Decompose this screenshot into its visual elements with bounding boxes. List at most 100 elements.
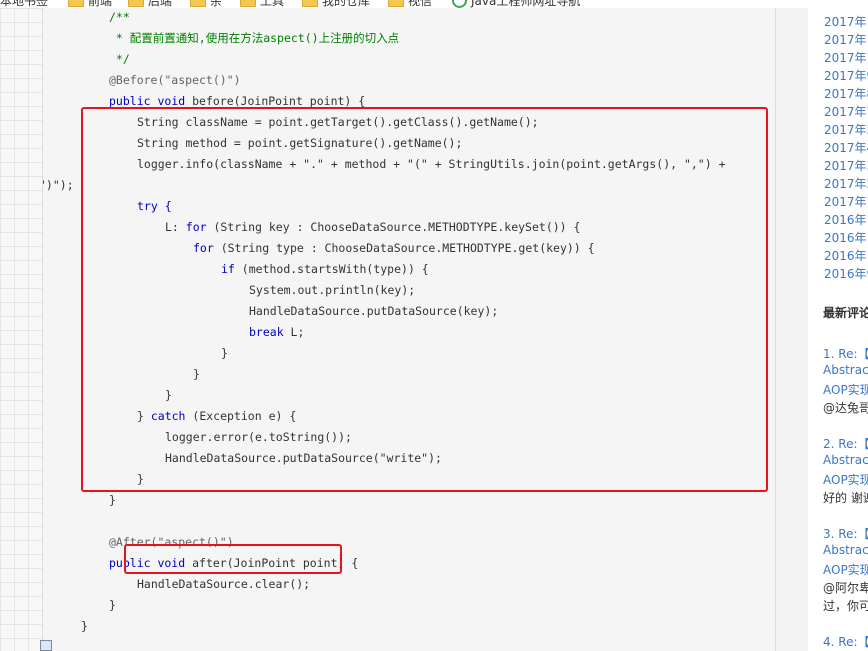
code-text: (String type : ChooseDataSource.METHODTY… bbox=[213, 241, 595, 255]
code-text: } bbox=[137, 409, 151, 423]
code-line: HandleDataSource.clear(); bbox=[137, 577, 311, 591]
copy-code-icon[interactable] bbox=[40, 640, 52, 651]
code-line: logger.error(e.toString()); bbox=[165, 430, 352, 444]
keyword: if bbox=[221, 262, 235, 276]
comment-title-link[interactable]: 3. Re:【 bbox=[823, 525, 868, 542]
code-line: } bbox=[109, 598, 116, 612]
comment-title-link[interactable]: 4. Re:【 bbox=[823, 633, 868, 650]
keyword: break bbox=[249, 325, 284, 339]
comment-title-link[interactable]: 1. Re:【 bbox=[823, 345, 868, 362]
folder-icon bbox=[128, 0, 144, 7]
archive-link[interactable]: 2017年8 bbox=[824, 85, 868, 102]
code-text: before(JoinPoint point) { bbox=[192, 94, 366, 108]
code-line: for (String type : ChooseDataSource.METH… bbox=[193, 238, 595, 259]
bookmark-backend[interactable]: 后端 bbox=[128, 0, 172, 8]
archive-link[interactable]: 2016年1 bbox=[824, 229, 868, 246]
archive-link[interactable]: 2017年1 bbox=[824, 193, 868, 210]
archive-link[interactable]: 2016年9 bbox=[824, 265, 868, 282]
code-text: (method.startsWith(type)) { bbox=[234, 262, 429, 276]
bookmark-local[interactable]: 本地书签 bbox=[0, 0, 48, 8]
code-text: (String key : ChooseDataSource.METHODTYP… bbox=[206, 220, 581, 234]
comment-text: @阿尔卑 bbox=[823, 581, 868, 595]
keyword: public void bbox=[109, 94, 193, 108]
archive-link[interactable]: 2017年1 bbox=[824, 49, 868, 66]
keyword: public void bbox=[109, 556, 193, 570]
comment-title-link[interactable]: Abstract bbox=[823, 363, 868, 377]
folder-icon bbox=[302, 0, 318, 7]
comment-text: 过，你可 bbox=[823, 599, 868, 613]
bookmark-label: 前端 bbox=[88, 0, 113, 8]
code-line: System.out.println(key); bbox=[249, 283, 416, 297]
code-text: L; bbox=[283, 325, 305, 339]
code-text: after(JoinPoint point) { bbox=[192, 556, 359, 570]
archive-link[interactable]: 2017年9 bbox=[824, 67, 868, 84]
bookmark-label: 本地书签 bbox=[0, 0, 49, 8]
recent-comments-heading: 最新评论 bbox=[823, 306, 868, 320]
archive-link[interactable]: 2017年3 bbox=[824, 157, 868, 174]
keyword: for bbox=[193, 241, 214, 255]
comment-text: @达兔哥 bbox=[823, 401, 868, 415]
code-line: String method = point.getSignature().get… bbox=[137, 136, 463, 150]
code-line: } bbox=[81, 619, 88, 633]
code-line: } bbox=[109, 493, 116, 507]
archive-link[interactable]: 2017年1 bbox=[824, 13, 868, 30]
code-line: logger.info(className + "." + method + "… bbox=[137, 157, 726, 171]
bookmark-label: 我的仓库 bbox=[322, 0, 371, 8]
folder-icon bbox=[190, 0, 206, 7]
bookmark-label: Java工程师网址导航 bbox=[471, 0, 581, 8]
comment-text: 好的 谢谢 bbox=[823, 491, 868, 505]
code-line: } bbox=[137, 472, 144, 486]
archive-link[interactable]: 2017年2 bbox=[824, 175, 868, 192]
bookmark-tools[interactable]: 工具 bbox=[240, 0, 284, 8]
code-line: } catch (Exception e) { bbox=[137, 406, 296, 427]
bookmark-label: 工具 bbox=[260, 0, 285, 8]
bookmark-label: 视信 bbox=[408, 0, 433, 8]
code-line: public void before(JoinPoint point) { bbox=[109, 91, 365, 112]
archive-link[interactable]: 2017年5 bbox=[824, 121, 868, 138]
code-text: L: bbox=[165, 220, 186, 234]
code-line: ")"); bbox=[42, 178, 74, 192]
code-line: } bbox=[165, 388, 172, 402]
left-gutter bbox=[0, 8, 42, 651]
comment-title-link[interactable]: AOP实现 bbox=[823, 381, 868, 398]
comment-title-link[interactable]: Abstract bbox=[823, 543, 868, 557]
comment-title-link[interactable]: 2. Re:【 bbox=[823, 435, 868, 452]
bookmarks-bar: 本地书签 前端 后端 杂 工具 我的仓库 视信 Java工程师网址导航 bbox=[0, 0, 868, 8]
code-line: public void after(JoinPoint point) { bbox=[109, 553, 358, 574]
archive-link[interactable]: 2017年4 bbox=[824, 139, 868, 156]
folder-icon bbox=[388, 0, 404, 7]
code-block: /** * 配置前置通知,使用在方法aspect()上注册的切入点 */ @Be… bbox=[42, 8, 776, 651]
code-line: @After("aspect()") bbox=[109, 535, 234, 549]
code-text: (Exception e) { bbox=[185, 409, 297, 423]
bookmark-frontend[interactable]: 前端 bbox=[68, 0, 112, 8]
folder-icon bbox=[240, 0, 256, 7]
archive-link[interactable]: 2016年1 bbox=[824, 211, 868, 228]
archive-link[interactable]: 2016年1 bbox=[824, 247, 868, 264]
right-sidebar: 2017年1 2017年1 2017年1 2017年9 2017年8 2017年… bbox=[808, 8, 868, 651]
bookmark-video[interactable]: 视信 bbox=[388, 0, 432, 8]
code-line: /** bbox=[109, 10, 130, 24]
code-line: @Before("aspect()") bbox=[109, 73, 241, 87]
comment-title-link[interactable]: AOP实现 bbox=[823, 471, 868, 488]
code-line: L: for (String key : ChooseDataSource.ME… bbox=[165, 217, 580, 238]
keyword: for bbox=[185, 220, 207, 234]
bookmark-java-nav[interactable]: Java工程师网址导航 bbox=[452, 0, 580, 8]
keyword: catch bbox=[150, 409, 186, 423]
code-line: try { bbox=[137, 199, 172, 213]
code-line: } bbox=[221, 346, 228, 360]
code-line: */ bbox=[109, 52, 130, 66]
archive-link[interactable]: 2017年7 bbox=[824, 103, 868, 120]
bookmark-misc[interactable]: 杂 bbox=[190, 0, 222, 8]
bookmark-label: 后端 bbox=[148, 0, 173, 8]
code-line: String className = point.getTarget().get… bbox=[137, 115, 539, 129]
code-line: if (method.startsWith(type)) { bbox=[221, 259, 429, 280]
archive-link[interactable]: 2017年1 bbox=[824, 31, 868, 48]
bookmark-repo[interactable]: 我的仓库 bbox=[302, 0, 370, 8]
code-line: HandleDataSource.putDataSource(key); bbox=[249, 304, 499, 318]
comment-title-link[interactable]: AOP实现 bbox=[823, 561, 868, 578]
bookmark-label: 杂 bbox=[210, 0, 223, 8]
code-line: * 配置前置通知,使用在方法aspect()上注册的切入点 bbox=[109, 31, 400, 45]
code-line: HandleDataSource.putDataSource("write"); bbox=[165, 451, 442, 465]
folder-icon bbox=[68, 0, 84, 7]
comment-title-link[interactable]: Abstract bbox=[823, 453, 868, 467]
